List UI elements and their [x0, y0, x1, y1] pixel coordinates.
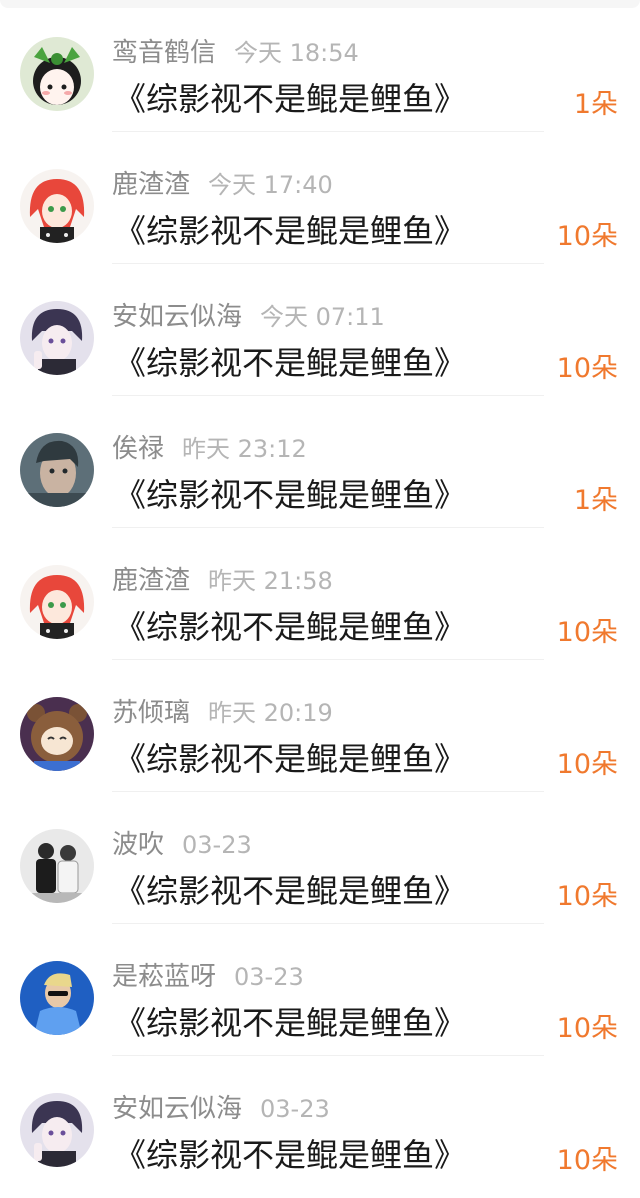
username[interactable]: 是菘蓝呀 [112, 956, 216, 993]
bear-hood-avatar-icon [20, 697, 94, 771]
red-hair-anime-avatar-icon [20, 169, 94, 243]
timestamp: 今天 07:11 [260, 303, 385, 331]
red-hair-anime-avatar-icon [20, 565, 94, 639]
username[interactable]: 安如云似海 [112, 1088, 242, 1125]
comment-row[interactable]: 鹿渣渣 今天 17:40 《综影视不是鲲是鲤鱼》 10朵 [0, 132, 640, 264]
avatar[interactable] [20, 37, 94, 111]
couple-photo-avatar-icon [20, 829, 94, 903]
gift-count: 10朵 [556, 881, 618, 912]
purple-hair-boy-avatar-icon [20, 301, 94, 375]
comment-row[interactable]: 安如云似海 03-23 《综影视不是鲲是鲤鱼》 10朵 [0, 1056, 640, 1188]
avatar[interactable] [20, 1093, 94, 1167]
comment-text[interactable]: 《综影视不是鲲是鲤鱼》 [114, 206, 466, 252]
comment-text[interactable]: 《综影视不是鲲是鲤鱼》 [114, 1130, 466, 1176]
username[interactable]: 俟禄 [112, 428, 164, 465]
gift-count: 10朵 [556, 353, 618, 384]
gift-count: 10朵 [556, 221, 618, 252]
timestamp: 03-23 [260, 1095, 330, 1123]
photo-portrait-avatar-icon [20, 433, 94, 507]
comment-row[interactable]: 俟禄 昨天 23:12 《综影视不是鲲是鲤鱼》 1朵 [0, 396, 640, 528]
username[interactable]: 鹿渣渣 [112, 164, 190, 201]
comment-meta: 鹿渣渣 昨天 21:58 [112, 560, 333, 596]
comment-meta: 苏倾璃 昨天 20:19 [112, 692, 333, 728]
comment-row[interactable]: 苏倾璃 昨天 20:19 《综影视不是鲲是鲤鱼》 10朵 [0, 660, 640, 792]
timestamp: 03-23 [234, 963, 304, 991]
comment-meta: 是菘蓝呀 03-23 [112, 956, 304, 992]
comment-text[interactable]: 《综影视不是鲲是鲤鱼》 [114, 866, 466, 912]
avatar[interactable] [20, 829, 94, 903]
comment-meta: 波吹 03-23 [112, 824, 252, 860]
comment-meta: 鹿渣渣 今天 17:40 [112, 164, 333, 200]
timestamp: 今天 18:54 [234, 39, 359, 67]
timestamp: 今天 17:40 [208, 171, 333, 199]
gift-count: 10朵 [556, 1145, 618, 1176]
gift-count: 1朵 [573, 485, 618, 516]
avatar[interactable] [20, 697, 94, 771]
gift-count: 10朵 [556, 617, 618, 648]
comment-text[interactable]: 《综影视不是鲲是鲤鱼》 [114, 470, 466, 516]
comment-row[interactable]: 波吹 03-23 《综影视不是鲲是鲤鱼》 10朵 [0, 792, 640, 924]
username[interactable]: 鸾音鹤信 [112, 32, 216, 69]
comment-meta: 安如云似海 今天 07:11 [112, 296, 385, 332]
comment-meta: 鸾音鹤信 今天 18:54 [112, 32, 359, 68]
username[interactable]: 鹿渣渣 [112, 560, 190, 597]
username[interactable]: 安如云似海 [112, 296, 242, 333]
username[interactable]: 苏倾璃 [112, 692, 190, 729]
avatar[interactable] [20, 301, 94, 375]
avatar[interactable] [20, 961, 94, 1035]
timestamp: 03-23 [182, 831, 252, 859]
timestamp: 昨天 20:19 [208, 699, 333, 727]
purple-hair-boy-avatar-icon [20, 1093, 94, 1167]
comment-meta: 俟禄 昨天 23:12 [112, 428, 307, 464]
comment-row[interactable]: 是菘蓝呀 03-23 《综影视不是鲲是鲤鱼》 10朵 [0, 924, 640, 1056]
comment-row[interactable]: 鸾音鹤信 今天 18:54 《综影视不是鲲是鲤鱼》 1朵 [0, 0, 640, 132]
comment-meta: 安如云似海 03-23 [112, 1088, 330, 1124]
comment-text[interactable]: 《综影视不是鲲是鲤鱼》 [114, 602, 466, 648]
green-bow-girl-avatar-icon [20, 37, 94, 111]
avatar[interactable] [20, 169, 94, 243]
username[interactable]: 波吹 [112, 824, 164, 861]
comment-text[interactable]: 《综影视不是鲲是鲤鱼》 [114, 998, 466, 1044]
comment-row[interactable]: 鹿渣渣 昨天 21:58 《综影视不是鲲是鲤鱼》 10朵 [0, 528, 640, 660]
gift-count: 1朵 [573, 89, 618, 120]
comment-text[interactable]: 《综影视不是鲲是鲤鱼》 [114, 734, 466, 780]
gift-count: 10朵 [556, 749, 618, 780]
avatar[interactable] [20, 565, 94, 639]
avatar[interactable] [20, 433, 94, 507]
blue-photo-avatar-icon [20, 961, 94, 1035]
comment-text[interactable]: 《综影视不是鲲是鲤鱼》 [114, 74, 466, 120]
comment-row[interactable]: 安如云似海 今天 07:11 《综影视不是鲲是鲤鱼》 10朵 [0, 264, 640, 396]
timestamp: 昨天 23:12 [182, 435, 307, 463]
timestamp: 昨天 21:58 [208, 567, 333, 595]
gift-count: 10朵 [556, 1013, 618, 1044]
comment-text[interactable]: 《综影视不是鲲是鲤鱼》 [114, 338, 466, 384]
